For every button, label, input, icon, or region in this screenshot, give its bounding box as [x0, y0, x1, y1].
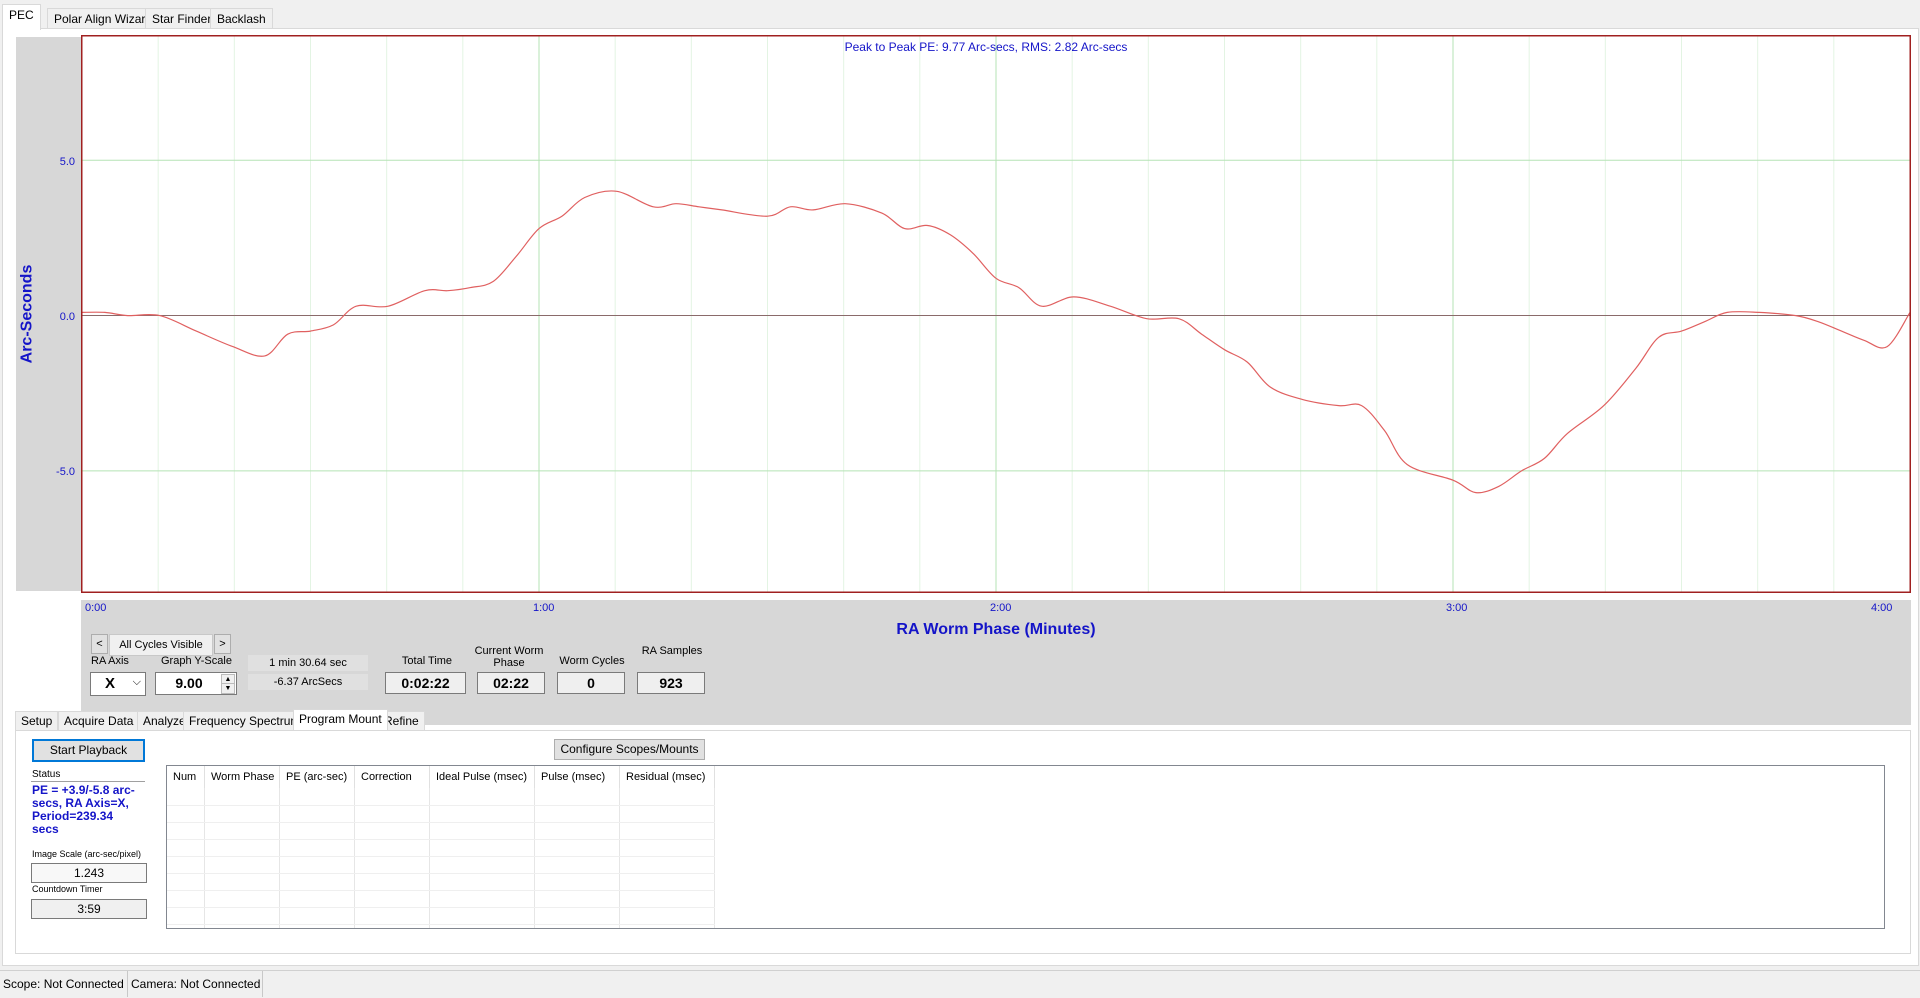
column-header[interactable]: Ideal Pulse (msec)	[430, 766, 535, 788]
cycle-selector[interactable]: All Cycles Visible	[109, 634, 213, 656]
column-header[interactable]: PE (arc-sec)	[280, 766, 355, 788]
playback-table[interactable]: Num Worm Phase PE (arc-sec) Correction I…	[166, 765, 1885, 929]
ra-samples-value: 923	[637, 672, 705, 694]
stepper-down-icon[interactable]: ▼	[221, 683, 235, 694]
subtab-setup[interactable]: Setup	[15, 711, 59, 730]
yscale-stepper[interactable]: 9.00 ▲ ▼	[155, 672, 237, 695]
pe-plot: Peak to Peak PE: 9.77 Arc-secs, RMS: 2.8…	[81, 35, 1911, 593]
sub-tabstrip: Setup Acquire Data Analyze Frequency Spe…	[15, 709, 715, 731]
column-header[interactable]: Worm Phase	[205, 766, 280, 788]
status-bar: Scope: Not Connected Camera: Not Connect…	[0, 970, 1920, 998]
yscale-value: 9.00	[175, 675, 203, 691]
ra-axis-label: RA Axis	[91, 655, 129, 667]
total-time-label: Total Time	[401, 655, 453, 667]
ra-axis-select[interactable]: X ⌵	[90, 672, 146, 696]
x-tick-label: 2:00	[990, 602, 1012, 614]
x-tick-label: 1:00	[533, 602, 555, 614]
subtab-frequency-spectrum[interactable]: Frequency Spectrum	[183, 711, 307, 730]
pec-panel: Arc-Seconds 5.0 0.0 -5.0 Peak to Peak PE…	[2, 28, 1919, 966]
tab-star-finder[interactable]: Star Finder	[145, 8, 219, 29]
y-axis-title: Arc-Seconds	[18, 264, 36, 364]
status-text: PE = +3.9/-5.8 arc-secs, RA Axis=X, Peri…	[32, 783, 135, 836]
yscale-label: Graph Y-Scale	[161, 655, 232, 667]
chevron-down-icon: ⌵	[132, 676, 141, 688]
column-header[interactable]: Num	[167, 766, 205, 788]
tab-polar-align-wizard[interactable]: Polar Align Wizard	[47, 8, 160, 29]
status-label: Status	[32, 769, 61, 780]
ra-axis-value: X	[105, 675, 116, 692]
prev-cycle-button[interactable]: <	[91, 634, 108, 654]
y-tick-label: 0.0	[59, 311, 75, 323]
image-scale-label: Image Scale (arc-sec/pixel)	[32, 849, 142, 859]
cursor-pe-readout: -6.37 ArcSecs	[248, 674, 368, 690]
table-gridlines	[167, 788, 715, 928]
pe-summary-annotation: Peak to Peak PE: 9.77 Arc-secs, RMS: 2.8…	[845, 40, 1128, 54]
worm-phase-value: 02:22	[477, 672, 545, 694]
worm-cycles-label: Worm Cycles	[559, 655, 625, 667]
cursor-time-readout: 1 min 30.64 sec	[248, 655, 368, 671]
camera-status: Camera: Not Connected	[128, 971, 263, 997]
x-tick-label: 3:00	[1446, 602, 1468, 614]
next-cycle-button[interactable]: >	[214, 634, 231, 654]
program-mount-page: Start Playback Status PE = +3.9/-5.8 arc…	[15, 730, 1911, 954]
worm-cycles-value: 0	[557, 672, 625, 694]
ra-samples-label: RA Samples	[641, 645, 703, 657]
image-scale-field[interactable]: 1.243	[31, 863, 147, 883]
subtab-program-mount[interactable]: Program Mount	[293, 709, 388, 730]
column-header[interactable]: Pulse (msec)	[535, 766, 620, 788]
countdown-label: Countdown Timer	[32, 884, 103, 894]
scope-status: Scope: Not Connected	[0, 971, 128, 997]
x-tick-label: 4:00	[1871, 602, 1893, 614]
column-header[interactable]: Residual (msec)	[620, 766, 715, 788]
countdown-field: 3:59	[31, 899, 147, 919]
total-time-value: 0:02:22	[385, 672, 466, 694]
worm-phase-label: Current Worm Phase	[474, 645, 544, 669]
x-tick-label: 0:00	[85, 602, 107, 614]
y-tick-label: -5.0	[56, 466, 75, 478]
start-playback-button[interactable]: Start Playback	[32, 739, 145, 762]
configure-scopes-button[interactable]: Configure Scopes/Mounts	[554, 739, 705, 760]
subtab-acquire-data[interactable]: Acquire Data	[58, 711, 140, 730]
column-header[interactable]: Correction	[355, 766, 430, 788]
tab-pec[interactable]: PEC	[2, 4, 41, 30]
x-axis-title: RA Worm Phase (Minutes)	[896, 621, 1096, 638]
y-tick-label: 5.0	[59, 156, 75, 168]
tab-backlash[interactable]: Backlash	[210, 8, 273, 29]
